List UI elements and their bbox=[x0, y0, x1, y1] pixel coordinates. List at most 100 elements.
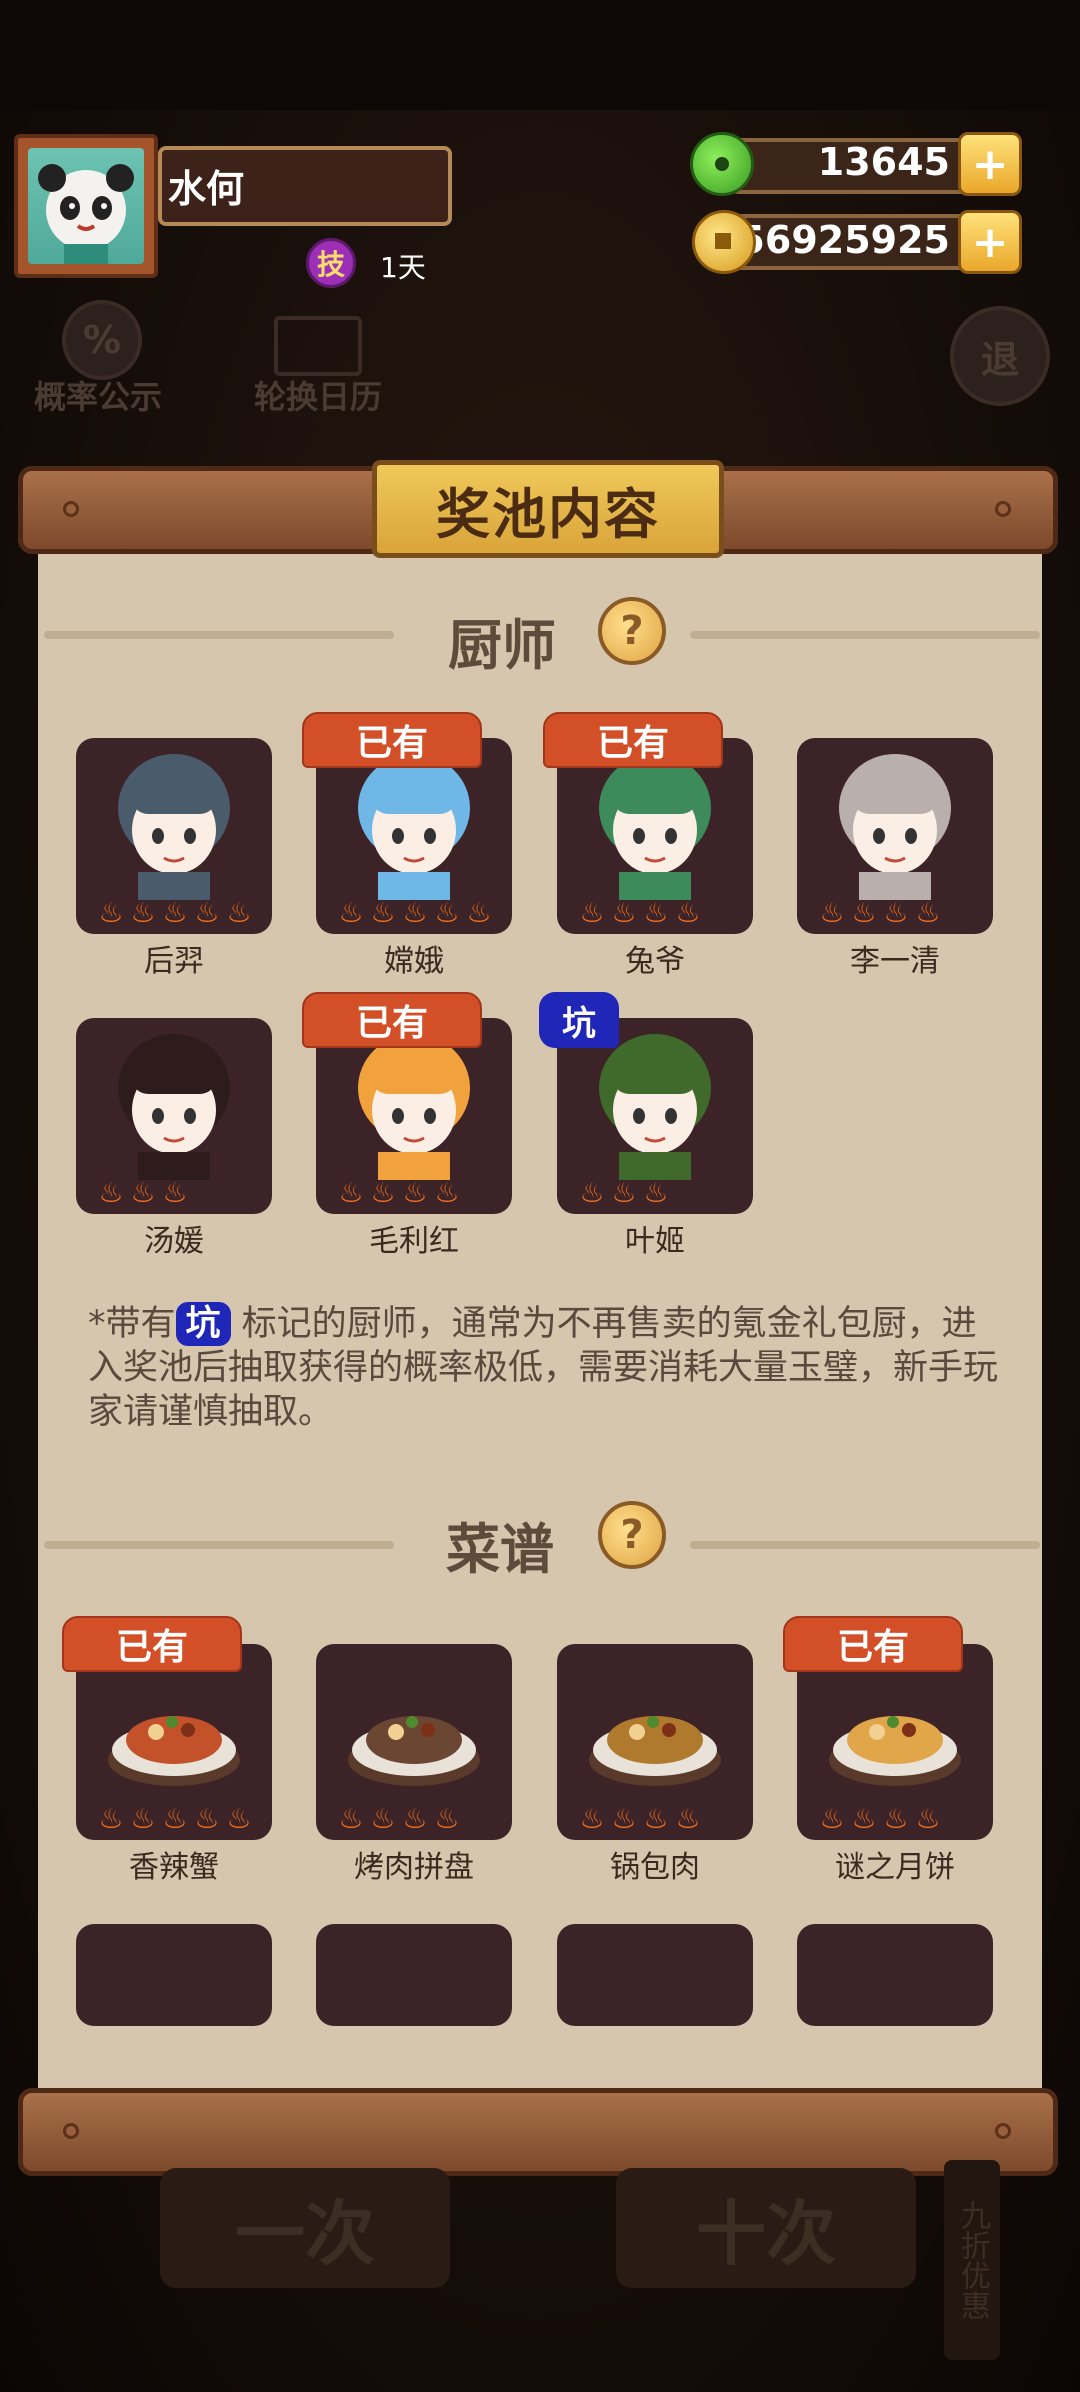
recipe-name: 香辣蟹 bbox=[129, 1850, 219, 1885]
owned-badge: 已有 bbox=[302, 992, 482, 1048]
chef-section-title: 厨师 bbox=[448, 614, 556, 677]
player-name: 水何 bbox=[168, 167, 245, 211]
star-flame-icon: ♨ bbox=[611, 896, 637, 929]
star-flame-icon: ♨ bbox=[162, 1802, 188, 1835]
recipe-card[interactable]: ♨ ♨ ♨ ♨ bbox=[557, 1644, 753, 1840]
coin-value: 56925925 bbox=[738, 218, 950, 262]
recipe-card-placeholder[interactable] bbox=[557, 1924, 753, 2026]
pull-one-button[interactable]: 一次 bbox=[160, 2168, 450, 2288]
skill-icon[interactable]: 技 bbox=[306, 238, 356, 288]
calendar-icon[interactable] bbox=[274, 316, 362, 376]
star-flame-icon: ♨ bbox=[370, 1802, 396, 1835]
recipe-name: 谜之月饼 bbox=[835, 1850, 955, 1885]
chef-card[interactable]: ♨ ♨ ♨ ♨ bbox=[797, 738, 993, 934]
star-flame-icon: ♨ bbox=[338, 1176, 364, 1209]
pit-note: *带有坑 标记的厨师，通常为不再售卖的氪金礼包厨，进入奖池后抽取获得的概率极低，… bbox=[88, 1302, 999, 1432]
star-flame-icon: ♨ bbox=[643, 1176, 669, 1209]
add-coin-button[interactable]: + bbox=[958, 210, 1022, 274]
chef-name: 汤媛 bbox=[144, 1224, 204, 1259]
dish-image bbox=[348, 1716, 480, 1786]
calendar-label[interactable]: 轮换日历 bbox=[254, 372, 382, 418]
star-flame-icon: ♨ bbox=[675, 896, 701, 929]
recipe-section-title: 菜谱 bbox=[446, 1518, 554, 1581]
star-flame-icon: ♨ bbox=[194, 896, 220, 929]
star-flame-icon: ♨ bbox=[370, 1176, 396, 1209]
jade-icon bbox=[690, 132, 754, 196]
star-flame-icon: ♨ bbox=[162, 1176, 188, 1209]
star-flame-icon: ♨ bbox=[226, 1802, 252, 1835]
recipe-card[interactable]: ♨ ♨ ♨ ♨ bbox=[797, 1644, 993, 1840]
star-flame-icon: ♨ bbox=[579, 896, 605, 929]
discount-tag[interactable]: 九折优惠 bbox=[944, 2160, 1000, 2360]
star-flame-icon: ♨ bbox=[402, 1802, 428, 1835]
star-flame-icon: ♨ bbox=[370, 896, 396, 929]
star-flame-icon: ♨ bbox=[434, 1802, 460, 1835]
star-flame-icon: ♨ bbox=[466, 896, 492, 929]
coin-icon bbox=[692, 210, 756, 274]
chef-help-icon[interactable]: ? bbox=[598, 597, 666, 665]
recipe-card-placeholder[interactable] bbox=[76, 1924, 272, 2026]
recipe-card[interactable]: ♨ ♨ ♨ ♨ ♨ bbox=[76, 1644, 272, 1840]
dish-image bbox=[829, 1716, 961, 1786]
star-flame-icon: ♨ bbox=[915, 1802, 941, 1835]
exit-button[interactable]: 退 bbox=[950, 306, 1050, 406]
star-flame-icon: ♨ bbox=[579, 1802, 605, 1835]
star-flame-icon: ♨ bbox=[130, 1176, 156, 1209]
pull-ten-button[interactable]: 十次 bbox=[616, 2168, 916, 2288]
star-flame-icon: ♨ bbox=[338, 896, 364, 929]
star-flame-icon: ♨ bbox=[851, 1802, 877, 1835]
add-jade-button[interactable]: + bbox=[958, 132, 1022, 196]
star-flame-icon: ♨ bbox=[819, 896, 845, 929]
star-flame-icon: ♨ bbox=[434, 896, 460, 929]
divider bbox=[690, 1541, 1040, 1549]
divider bbox=[44, 1541, 394, 1549]
avatar-image bbox=[28, 148, 144, 264]
star-flame-icon: ♨ bbox=[226, 896, 252, 929]
dish-image bbox=[589, 1716, 721, 1786]
pit-inline-badge: 坑 bbox=[175, 1302, 231, 1346]
owned-badge: 已有 bbox=[62, 1616, 242, 1672]
star-flame-icon: ♨ bbox=[819, 1802, 845, 1835]
star-flame-icon: ♨ bbox=[402, 1176, 428, 1209]
star-flame-icon: ♨ bbox=[579, 1176, 605, 1209]
recipe-name: 锅包肉 bbox=[610, 1850, 700, 1885]
probability-label[interactable]: 概率公示 bbox=[34, 372, 162, 418]
divider bbox=[44, 631, 394, 639]
star-flame-icon: ♨ bbox=[675, 1802, 701, 1835]
star-flame-icon: ♨ bbox=[883, 1802, 909, 1835]
star-flame-icon: ♨ bbox=[915, 896, 941, 929]
chef-name: 叶姬 bbox=[625, 1224, 685, 1259]
recipe-name: 烤肉拼盘 bbox=[354, 1850, 474, 1885]
star-flame-icon: ♨ bbox=[643, 1802, 669, 1835]
chef-card[interactable]: ♨ ♨ ♨ ♨ ♨ bbox=[76, 738, 272, 934]
recipe-help-icon[interactable]: ? bbox=[598, 1501, 666, 1569]
star-flame-icon: ♨ bbox=[643, 896, 669, 929]
divider bbox=[690, 631, 1040, 639]
avatar[interactable] bbox=[14, 134, 158, 278]
recipe-card[interactable]: ♨ ♨ ♨ ♨ bbox=[316, 1644, 512, 1840]
owned-badge: 已有 bbox=[543, 712, 723, 768]
star-flame-icon: ♨ bbox=[883, 896, 909, 929]
chef-name: 李一清 bbox=[850, 944, 940, 979]
star-flame-icon: ♨ bbox=[611, 1176, 637, 1209]
star-flame-icon: ♨ bbox=[98, 1802, 124, 1835]
star-flame-icon: ♨ bbox=[338, 1802, 364, 1835]
star-flame-icon: ♨ bbox=[434, 1176, 460, 1209]
recipe-card-placeholder[interactable] bbox=[797, 1924, 993, 2026]
chef-name: 后羿 bbox=[144, 944, 204, 979]
star-flame-icon: ♨ bbox=[402, 896, 428, 929]
chef-name: 嫦娥 bbox=[384, 944, 444, 979]
chef-portrait bbox=[599, 1034, 711, 1180]
chef-portrait bbox=[118, 1034, 230, 1180]
recipe-card-placeholder[interactable] bbox=[316, 1924, 512, 2026]
star-flame-icon: ♨ bbox=[162, 896, 188, 929]
chef-card[interactable]: ♨ ♨ ♨ bbox=[76, 1018, 272, 1214]
star-flame-icon: ♨ bbox=[851, 896, 877, 929]
probability-icon[interactable]: % bbox=[62, 300, 142, 380]
scroll-bottom-rod bbox=[18, 2088, 1058, 2176]
star-flame-icon: ♨ bbox=[611, 1802, 637, 1835]
star-flame-icon: ♨ bbox=[98, 896, 124, 929]
chef-portrait bbox=[358, 1034, 470, 1180]
panel-title: 奖池内容 bbox=[372, 460, 724, 558]
star-flame-icon: ♨ bbox=[130, 896, 156, 929]
